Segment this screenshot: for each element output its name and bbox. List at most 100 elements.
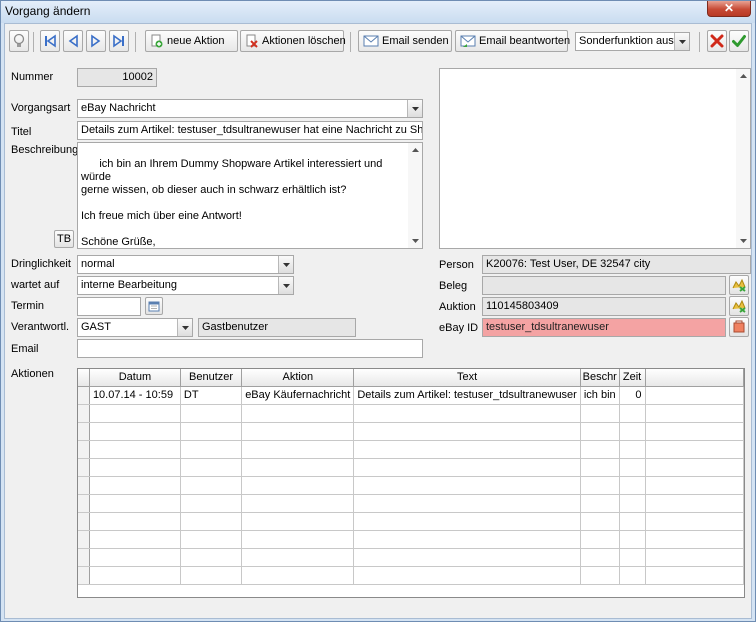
empty-cell [241, 512, 355, 531]
empty-cell [619, 440, 646, 459]
email-input[interactable] [77, 339, 423, 358]
vorgangsart-value: eBay Nachricht [81, 102, 156, 114]
scroll-down-icon[interactable] [736, 234, 750, 248]
first-record-icon [43, 34, 57, 48]
person-field: K20076: Test User, DE 32547 city [482, 255, 751, 274]
verantwortl-select[interactable]: GAST [77, 318, 193, 337]
scroll-up-icon[interactable] [408, 143, 422, 157]
reply-envelope-icon [460, 34, 476, 48]
empty-cell [619, 530, 646, 549]
beschreibung-text: ich bin an Ihrem Dummy Shopware Artikel … [81, 158, 383, 248]
wartet-select[interactable]: interne Bearbeitung [77, 276, 294, 295]
column-header[interactable]: Datum [89, 369, 181, 387]
first-record-button[interactable] [40, 30, 60, 52]
chevron-down-icon[interactable] [278, 256, 293, 273]
empty-cell [580, 494, 620, 513]
table-row[interactable]: 10.07.14 - 10:59 DT eBay Käufernachricht… [78, 386, 744, 405]
dringlichkeit-value: normal [81, 258, 115, 270]
tb-button[interactable]: TB [54, 230, 74, 248]
chevron-down-icon[interactable] [177, 319, 192, 336]
beschreibung-scrollbar[interactable] [408, 143, 422, 248]
scroll-down-icon[interactable] [408, 234, 422, 248]
row-indicator[interactable] [78, 386, 90, 405]
last-record-button[interactable] [109, 30, 129, 52]
grid-cell[interactable]: Details zum Artikel: testuser_tdsultrane… [353, 386, 581, 405]
empty-row [78, 566, 744, 585]
empty-cell [78, 458, 90, 477]
empty-cell [619, 494, 646, 513]
previous-record-button[interactable] [63, 30, 83, 52]
delete-actions-button[interactable]: Aktionen löschen [240, 30, 346, 52]
chevron-down-icon[interactable] [407, 100, 422, 117]
toolbar-separator [33, 32, 34, 52]
empty-cell [89, 494, 181, 513]
actions-table: Datum Benutzer Aktion Text Beschr Zeit 1… [78, 369, 744, 585]
green-check-icon [732, 34, 746, 48]
termin-input[interactable] [77, 297, 141, 316]
reply-email-button[interactable]: Email beantworten [455, 30, 570, 52]
empty-cell [241, 404, 355, 423]
next-record-icon [89, 34, 103, 48]
actions-grid[interactable]: Datum Benutzer Aktion Text Beschr Zeit 1… [77, 368, 745, 598]
chevron-down-icon[interactable] [278, 277, 293, 294]
empty-cell [180, 440, 243, 459]
beschreibung-textarea[interactable]: ich bin an Ihrem Dummy Shopware Artikel … [77, 142, 423, 249]
wartet-label: wartet auf [11, 279, 60, 291]
empty-cell [89, 566, 181, 585]
window-title: Vorgang ändern [5, 4, 91, 18]
empty-cell [78, 530, 90, 549]
chevron-down-icon[interactable] [674, 33, 689, 50]
empty-row [78, 512, 744, 531]
grid-cell[interactable]: 0 [619, 386, 646, 405]
next-record-button[interactable] [86, 30, 106, 52]
auktion-lookup-button[interactable] [729, 296, 749, 316]
grid-cell[interactable]: DT [180, 386, 243, 405]
dringlichkeit-select[interactable]: normal [77, 255, 294, 274]
column-header[interactable]: Benutzer [180, 369, 243, 387]
empty-cell [353, 512, 581, 531]
send-email-button[interactable]: Email senden [358, 30, 452, 52]
empty-cell [78, 548, 90, 567]
empty-cell [353, 566, 581, 585]
empty-cell [645, 530, 744, 549]
last-record-icon [112, 34, 126, 48]
lightbulb-button[interactable] [9, 30, 29, 52]
grid-cell[interactable]: 10.07.14 - 10:59 [89, 386, 181, 405]
empty-cell [78, 404, 90, 423]
column-header[interactable]: Zeit [619, 369, 646, 387]
toolbar-separator [350, 32, 351, 52]
empty-cell [180, 458, 243, 477]
preview-scrollbar[interactable] [736, 69, 750, 248]
special-function-select[interactable]: Sonderfunktion ausw [575, 32, 690, 51]
titel-label: Titel [11, 126, 32, 138]
lookup-icon [732, 299, 746, 313]
calendar-button[interactable] [145, 297, 163, 315]
grid-cell[interactable]: ich bin [580, 386, 620, 405]
grid-cell[interactable]: eBay Käufernachricht [241, 386, 355, 405]
empty-cell [619, 422, 646, 441]
grid-cell-filler [645, 386, 744, 405]
empty-cell [353, 422, 581, 441]
column-header[interactable]: Text [353, 369, 581, 387]
wartet-value: interne Bearbeitung [81, 279, 178, 291]
beleg-lookup-button[interactable] [729, 275, 749, 295]
column-header[interactable]: Aktion [241, 369, 355, 387]
calendar-icon [148, 300, 160, 312]
column-header[interactable]: Beschr [580, 369, 620, 387]
scroll-up-icon[interactable] [736, 69, 750, 83]
empty-cell [353, 404, 581, 423]
cancel-button[interactable] [707, 30, 727, 52]
empty-cell [580, 512, 620, 531]
vorgangsart-select[interactable]: eBay Nachricht [77, 99, 423, 118]
window-close-button[interactable]: ✕ [707, 1, 751, 17]
confirm-button[interactable] [729, 30, 749, 52]
nummer-label: Nummer [11, 71, 54, 83]
toolbar: neue Aktion Aktionen löschen Email sende… [5, 28, 751, 58]
empty-row [78, 494, 744, 513]
empty-row [78, 458, 744, 477]
empty-cell [645, 566, 744, 585]
titel-input[interactable]: Details zum Artikel: testuser_tdsultrane… [77, 121, 423, 140]
new-action-button[interactable]: neue Aktion [145, 30, 238, 52]
empty-cell [645, 476, 744, 495]
ebayid-action-button[interactable] [729, 317, 749, 337]
